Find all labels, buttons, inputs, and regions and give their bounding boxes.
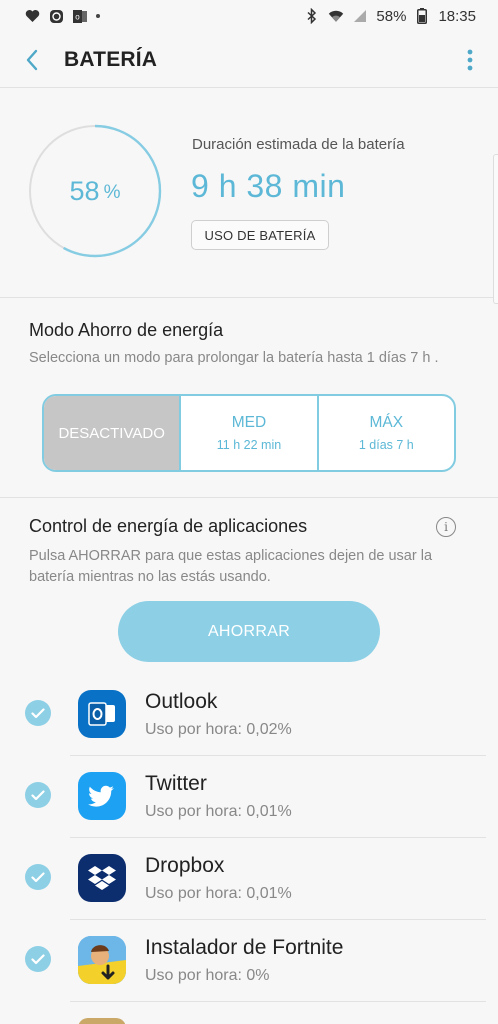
app-name: Dropbox bbox=[145, 854, 225, 877]
app-usage: Uso por hora: 0,01% bbox=[145, 885, 292, 902]
status-left-icons: o bbox=[24, 8, 100, 24]
mode-mid-duration: 11 h 22 min bbox=[216, 438, 282, 452]
battery-summary: 58 % Duración estimada de la batería 9 h… bbox=[0, 88, 498, 298]
twitter-icon bbox=[78, 772, 126, 820]
checkbox-checked-icon[interactable] bbox=[25, 782, 51, 808]
mode-max-duration: 1 días 7 h bbox=[358, 438, 414, 452]
app-row-fortnite[interactable]: Instalador de Fortnite Uso por hora: 0% bbox=[0, 920, 498, 1002]
checkbox-checked-icon[interactable] bbox=[25, 864, 51, 890]
mode-mid[interactable]: MED 11 h 22 min bbox=[181, 396, 319, 470]
more-options-button[interactable] bbox=[442, 32, 498, 88]
battery-icon bbox=[414, 8, 430, 24]
mode-max[interactable]: MÁX 1 días 7 h bbox=[319, 396, 454, 470]
more-vert-icon bbox=[467, 49, 473, 70]
back-arrow-icon bbox=[26, 49, 38, 70]
app-name: Outlook bbox=[145, 690, 218, 713]
clock: 18:35 bbox=[438, 7, 476, 25]
page-title: BATERÍA bbox=[64, 47, 158, 71]
estimated-duration-value: 9 h 38 min bbox=[191, 168, 346, 204]
power-mode-toggle: DESACTIVADO MED 11 h 22 min MÁX 1 días 7… bbox=[42, 394, 456, 472]
outlook-icon: o bbox=[72, 8, 88, 24]
battery-percent-value: 58 bbox=[69, 175, 100, 206]
app-bar: BATERÍA bbox=[0, 32, 498, 88]
back-button[interactable] bbox=[0, 32, 64, 88]
dropbox-icon bbox=[78, 854, 126, 902]
status-right-icons: 58% 18:35 bbox=[304, 8, 476, 25]
fortnite-icon bbox=[78, 936, 126, 984]
app-row-twitter[interactable]: Twitter Uso por hora: 0,01% bbox=[0, 756, 498, 838]
row-divider bbox=[70, 1001, 486, 1002]
app-row-dropbox[interactable]: Dropbox Uso por hora: 0,01% bbox=[0, 838, 498, 920]
signal-icon bbox=[352, 8, 368, 24]
save-button[interactable]: AHORRAR bbox=[118, 601, 380, 662]
app-power-title: Control de energía de aplicaciones bbox=[29, 516, 308, 536]
app-power-subtitle-line1: Pulsa AHORRAR para que estas aplicacione… bbox=[29, 548, 433, 564]
bluetooth-icon bbox=[304, 8, 320, 24]
checkbox-checked-icon[interactable] bbox=[25, 700, 51, 726]
checkbox-checked-icon[interactable] bbox=[25, 946, 51, 972]
power-saving-section: Modo Ahorro de energía Selecciona un mod… bbox=[0, 298, 498, 498]
power-saving-subtitle: Selecciona un modo para prolongar la bat… bbox=[29, 350, 439, 366]
app-usage: Uso por hora: 0,02% bbox=[145, 721, 292, 738]
app-power-section: Control de energía de aplicaciones i Pul… bbox=[0, 498, 498, 1024]
battery-usage-button[interactable]: USO DE BATERÍA bbox=[191, 220, 329, 250]
mode-off[interactable]: DESACTIVADO bbox=[44, 396, 182, 470]
outlook-icon bbox=[78, 690, 126, 738]
app-usage: Uso por hora: 0% bbox=[145, 967, 270, 984]
power-saving-title: Modo Ahorro de energía bbox=[29, 320, 224, 340]
notification-dot-icon bbox=[96, 14, 100, 18]
app-usage: Uso por hora: 0,01% bbox=[145, 803, 292, 820]
scrollbar[interactable] bbox=[493, 154, 498, 304]
battery-percent: 58% bbox=[376, 7, 407, 25]
mode-mid-label: MED bbox=[231, 414, 267, 431]
mode-off-label: DESACTIVADO bbox=[58, 424, 165, 442]
svg-text:o: o bbox=[75, 12, 80, 21]
wifi-icon bbox=[328, 8, 344, 24]
status-bar: o 58% 18:35 bbox=[0, 0, 498, 32]
whatsapp-icon bbox=[48, 8, 64, 24]
estimated-duration-label: Duración estimada de la batería bbox=[192, 136, 405, 153]
mode-max-label: MÁX bbox=[369, 414, 404, 431]
next-app-icon bbox=[78, 1018, 126, 1024]
heart-icon bbox=[24, 8, 40, 24]
app-row-outlook[interactable]: Outlook Uso por hora: 0,02% bbox=[0, 674, 498, 756]
info-icon[interactable]: i bbox=[436, 517, 456, 537]
app-name: Twitter bbox=[145, 772, 207, 795]
battery-percent-unit: % bbox=[103, 182, 121, 203]
battery-percent-display: 58 % bbox=[28, 124, 162, 258]
app-power-subtitle-line2: batería mientras no las estás usando. bbox=[29, 569, 271, 585]
app-name: Instalador de Fortnite bbox=[145, 936, 344, 959]
